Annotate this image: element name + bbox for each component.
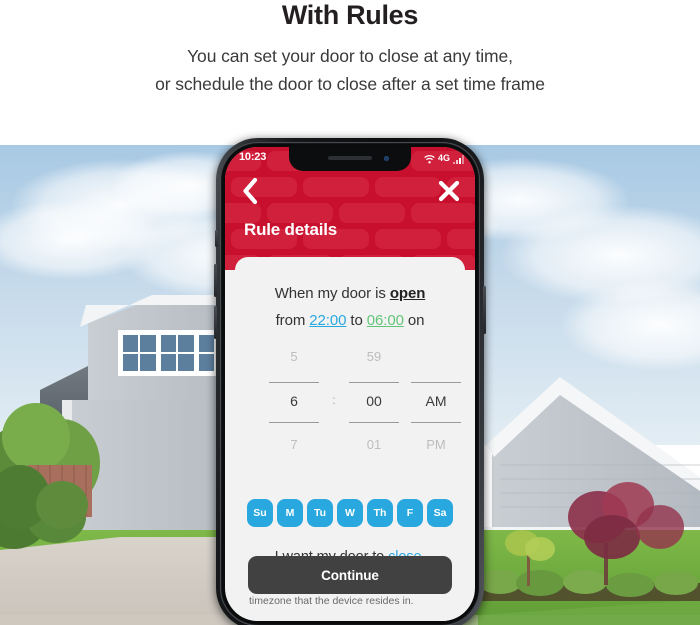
day-pill-su[interactable]: Su <box>247 499 273 527</box>
rule-to-label: to <box>346 312 367 329</box>
rule-condition-line-2: from 22:00 to 06:00 on <box>235 307 465 334</box>
day-pill-m[interactable]: M <box>277 499 303 527</box>
time-separator: : <box>332 393 336 407</box>
minute-next-value[interactable]: 01 <box>343 437 405 452</box>
status-icon-group: 4G <box>424 152 464 164</box>
hour-divider-bottom <box>269 422 319 423</box>
caption-line-1: You can set your door to close at any ti… <box>187 46 513 66</box>
promo-caption: With Rules You can set your door to clos… <box>0 0 700 145</box>
rule-condition-line-1: When my door is open <box>235 280 465 307</box>
phone-screen: Rule details 10:23 4G When my door is op… <box>225 147 475 621</box>
time-to-value[interactable]: 06:00 <box>367 312 404 329</box>
door-state-value[interactable]: open <box>390 285 426 302</box>
rule-on-label: on <box>403 312 425 329</box>
hour-selected-value[interactable]: 6 <box>263 393 325 409</box>
cellular-signal-icon <box>453 155 464 164</box>
rule-condition-sentence: When my door is open from 22:00 to 06:00… <box>235 257 465 334</box>
page-title: With Rules <box>281 0 419 30</box>
minute-selected-value[interactable]: 00 <box>343 393 405 409</box>
volume-up-button[interactable] <box>214 264 217 297</box>
day-pill-w[interactable]: W <box>337 499 363 527</box>
hour-picker-column[interactable]: 5 6 7 <box>263 341 325 463</box>
close-x-icon <box>438 180 460 202</box>
chevron-left-icon <box>243 177 258 205</box>
hour-divider-top <box>269 382 319 383</box>
rule-from-label: from <box>275 312 310 329</box>
status-bar: 10:23 4G <box>225 147 475 171</box>
rule-prefix-text: When my door is <box>274 285 390 302</box>
time-picker: 5 6 7 : 59 00 01 AM PM <box>235 341 465 463</box>
smartphone-mockup: Rule details 10:23 4G When my door is op… <box>214 138 486 625</box>
hour-next-value[interactable]: 7 <box>263 437 325 452</box>
mute-switch[interactable] <box>215 230 218 247</box>
time-separator-column: : <box>325 341 343 463</box>
meridiem-selected-value[interactable]: AM <box>405 393 465 409</box>
wifi-icon <box>424 155 435 164</box>
day-pill-th[interactable]: Th <box>367 499 393 527</box>
hour-previous-value[interactable]: 5 <box>263 349 325 364</box>
meridiem-next-value[interactable]: PM <box>405 437 465 452</box>
meridiem-picker-column[interactable]: AM PM <box>405 341 465 463</box>
day-pill-tu[interactable]: Tu <box>307 499 333 527</box>
network-type-label: 4G <box>437 153 450 163</box>
power-button[interactable] <box>483 286 486 334</box>
meridiem-divider-top <box>411 382 461 383</box>
meridiem-divider-bottom <box>411 422 461 423</box>
minute-previous-value[interactable]: 59 <box>343 349 405 364</box>
minute-divider-bottom <box>349 422 399 423</box>
minute-divider-top <box>349 382 399 383</box>
app-nav-row <box>225 175 475 209</box>
caption-line-2: or schedule the door to close after a se… <box>155 74 545 94</box>
volume-down-button[interactable] <box>214 306 217 339</box>
promo-screenshot: With Rules You can set your door to clos… <box>0 0 700 625</box>
minute-picker-column[interactable]: 59 00 01 <box>343 341 405 463</box>
day-of-week-selector: Su M Tu W Th F Sa <box>235 499 465 527</box>
continue-button[interactable]: Continue <box>248 556 452 594</box>
time-from-value[interactable]: 22:00 <box>309 312 346 329</box>
day-pill-sa[interactable]: Sa <box>427 499 453 527</box>
screen-title: Rule details <box>244 220 338 239</box>
status-clock: 10:23 <box>239 151 267 163</box>
close-button[interactable] <box>436 178 462 204</box>
back-button[interactable] <box>238 177 262 205</box>
day-pill-f[interactable]: F <box>397 499 423 527</box>
